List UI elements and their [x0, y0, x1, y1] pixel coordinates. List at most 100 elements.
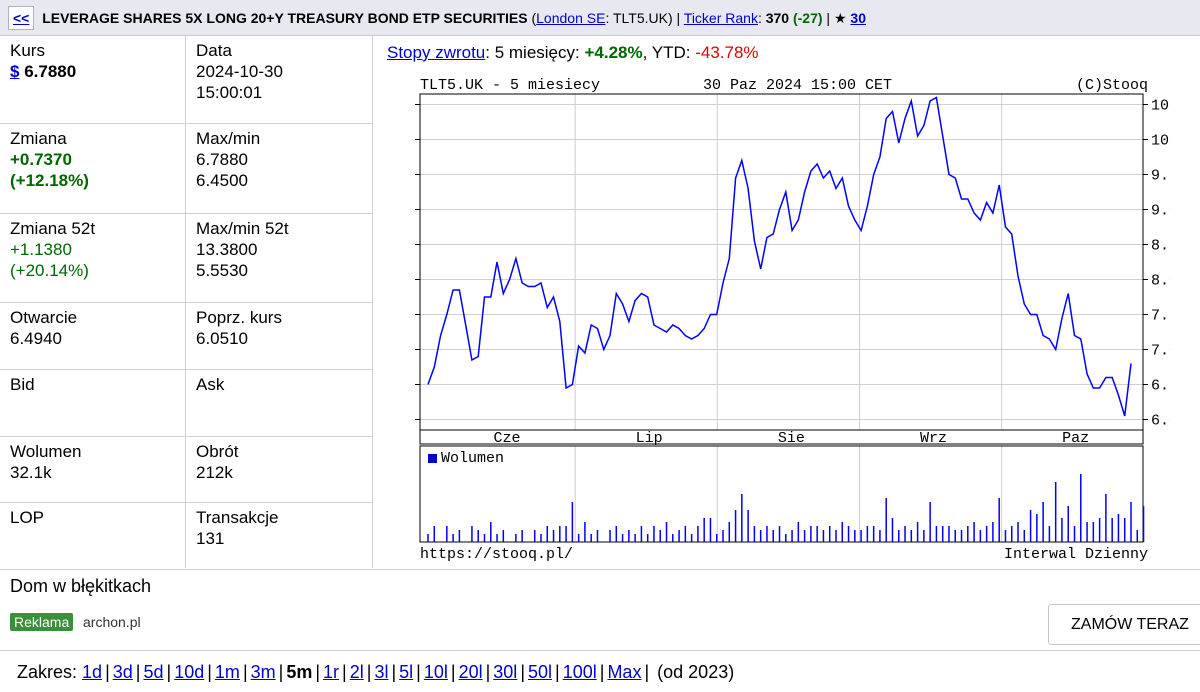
range-3d[interactable]: 3d — [113, 662, 133, 682]
range-10d[interactable]: 10d — [174, 662, 204, 682]
period-return: +4.28% — [584, 43, 643, 62]
zmiana-label: Zmiana — [10, 129, 67, 148]
zmiana52-pct: (+20.14%) — [10, 261, 89, 280]
security-title: LEVERAGE SHARES 5X LONG 20+Y TREASURY BO… — [42, 10, 528, 26]
volume-bar — [1098, 518, 1101, 542]
range-100l[interactable]: 100l — [563, 662, 597, 682]
range-3m[interactable]: 3m — [251, 662, 276, 682]
volume-bar — [1017, 522, 1019, 542]
range-5l[interactable]: 5l — [399, 662, 413, 682]
volume-bar — [847, 526, 850, 542]
plot-frame — [419, 93, 1144, 431]
quote-date: 2024-10-30 — [196, 62, 283, 81]
range-10l[interactable]: 10l — [424, 662, 448, 682]
quote-row-volume: Wolumen 32.1k Obrót 212k — [0, 437, 372, 503]
volume-bar — [791, 530, 793, 542]
range-max[interactable]: Max — [607, 662, 641, 682]
volume-bar — [1092, 522, 1095, 542]
range-3l[interactable]: 3l — [374, 662, 388, 682]
zmiana52-label: Zmiana 52t — [10, 219, 96, 238]
star-count-link[interactable]: 30 — [850, 10, 866, 26]
volume-bar — [728, 522, 731, 542]
range-5m[interactable]: 5m — [286, 662, 312, 682]
volume-bar — [621, 534, 624, 542]
order-now-button[interactable]: ZAMÓW TERAZ — [1048, 604, 1200, 645]
y-tick-label: 6.0 — [1151, 413, 1170, 430]
volume-bar — [1048, 526, 1051, 542]
volume-bar — [540, 534, 542, 542]
volume-bar — [872, 526, 875, 542]
ad-banner[interactable]: Dom w błękitkach Reklama archon.pl ZAMÓW… — [0, 569, 1200, 651]
ad-host[interactable]: archon.pl — [83, 614, 141, 630]
transakcje-label: Transakcje — [196, 508, 279, 527]
range-50l[interactable]: 50l — [528, 662, 552, 682]
range-1r[interactable]: 1r — [323, 662, 339, 682]
volume-bar — [1042, 502, 1044, 542]
volume-bar — [458, 530, 461, 542]
volume-bar — [828, 526, 831, 542]
lop-label: LOP — [10, 508, 45, 527]
volume-bar — [427, 534, 429, 542]
range-5d[interactable]: 5d — [143, 662, 163, 682]
quote-row-change: Zmiana +0.7370 (+12.18%) Max/min 6.7880 … — [0, 124, 372, 214]
volume-bar — [904, 526, 906, 542]
range-1m[interactable]: 1m — [215, 662, 240, 682]
volume-bar — [640, 526, 643, 542]
volume-bar — [822, 530, 825, 542]
volume-bar — [590, 534, 592, 542]
currency-link[interactable]: $ — [10, 62, 19, 81]
ticker-symbol: TLT5.UK — [612, 10, 668, 26]
otwarcie-value: 6.4940 — [10, 329, 62, 348]
volume-bar — [967, 526, 969, 542]
volume-bar — [1136, 530, 1139, 542]
chart-footer-right: Interwal Dzienny — [1004, 546, 1148, 563]
volume-bar — [835, 530, 837, 542]
volume-bar — [753, 526, 756, 542]
returns-summary: Stopy zwrotu: 5 miesięcy: +4.28%, YTD: -… — [387, 43, 759, 62]
range-selector: Zakres: 1d | 3d | 5d | 10d | 1m | 3m | 5m | 1r | 2l | 3l | 5… — [17, 662, 735, 682]
price-chart[interactable]: TLT5.UK - 5 miesiecy 30 Paz 2024 15:00 C… — [380, 64, 1170, 566]
volume-bar — [929, 502, 931, 542]
range-30l[interactable]: 30l — [493, 662, 517, 682]
volume-bar — [916, 522, 919, 542]
quote-row-bidask: Bid Ask — [0, 370, 372, 437]
range-20l[interactable]: 20l — [459, 662, 483, 682]
returns-link[interactable]: Stopy zwrotu — [387, 43, 485, 62]
volume-bar — [684, 526, 687, 542]
volume-bar — [659, 530, 661, 542]
ticker-rank-link[interactable]: Ticker Rank — [684, 10, 758, 26]
volume-bar — [515, 534, 517, 542]
volume-bar — [665, 522, 668, 542]
volume-bar — [1036, 514, 1038, 542]
volume-bar — [766, 526, 768, 542]
back-button[interactable]: << — [8, 6, 35, 30]
poprz-label: Poprz. kurs — [196, 308, 282, 327]
volume-bar — [941, 526, 944, 542]
volume-bar — [565, 526, 567, 542]
y-tick-label: 6.5 — [1151, 378, 1170, 395]
ad-title[interactable]: Dom w błękitkach — [10, 576, 151, 597]
volume-bar — [841, 522, 844, 542]
volume-bar — [477, 530, 479, 542]
volume-bar — [690, 534, 693, 542]
volume-bar — [1086, 522, 1088, 542]
poprz-value: 6.0510 — [196, 329, 248, 348]
range-since: (od 2023) — [657, 662, 735, 682]
exchange-link[interactable]: London SE — [536, 10, 605, 26]
chart-header-right: (C)Stooq — [1076, 77, 1148, 94]
volume-bar — [446, 526, 448, 542]
volume-bar — [1105, 494, 1107, 542]
volume-bar — [571, 502, 574, 542]
volume-legend: Wolumen — [441, 450, 504, 467]
range-label: Zakres: — [17, 662, 78, 682]
volume-bar — [1080, 474, 1082, 542]
ask-label: Ask — [196, 375, 225, 394]
volume-bar — [615, 526, 618, 542]
volume-bar — [973, 522, 975, 542]
volume-bar — [803, 530, 806, 542]
rank-value: 370 — [765, 10, 790, 26]
range-2l[interactable]: 2l — [350, 662, 364, 682]
volume-bar — [778, 526, 781, 542]
y-tick-label: 9.0 — [1151, 203, 1170, 220]
range-1d[interactable]: 1d — [82, 662, 102, 682]
